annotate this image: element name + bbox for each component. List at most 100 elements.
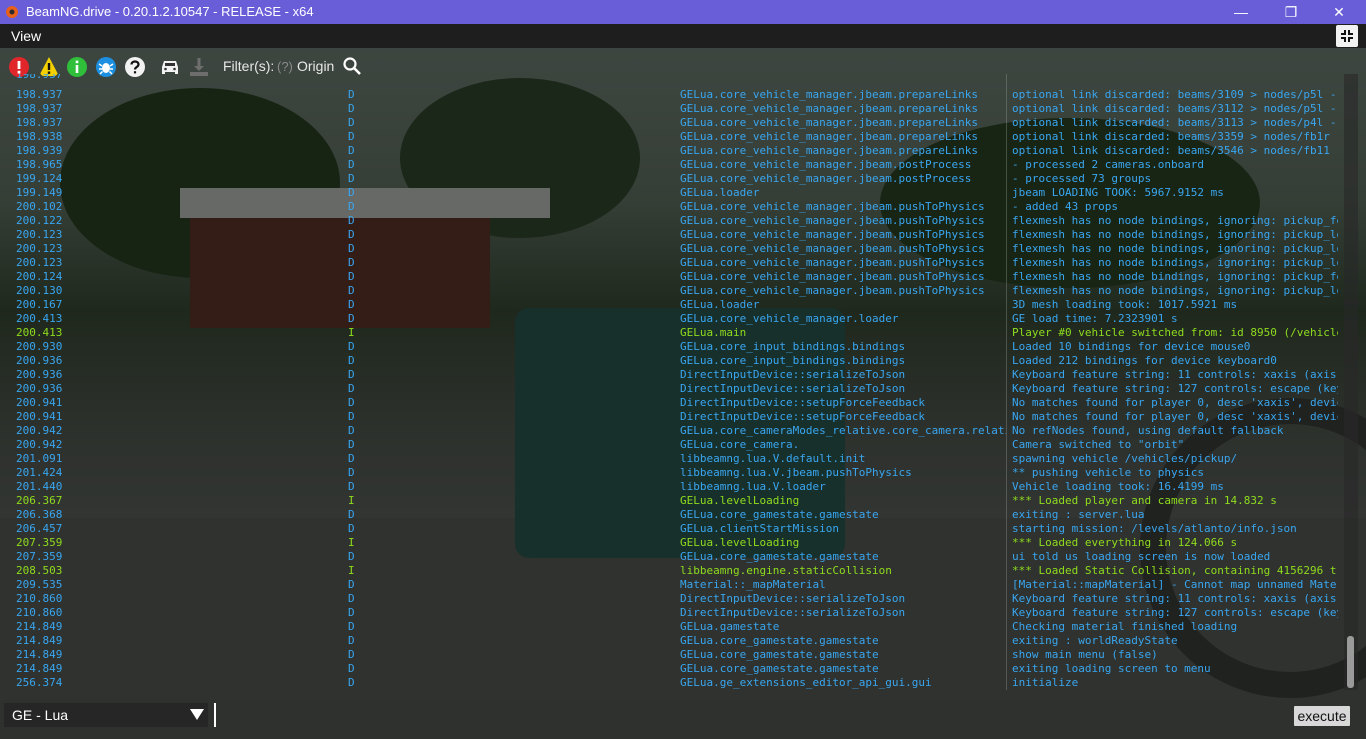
log-row[interactable]: 200.942 D GELua.core_camera. Camera switche… (0, 438, 1344, 452)
search-icon[interactable] (342, 56, 362, 76)
menu-view[interactable]: View (11, 28, 41, 44)
log-row[interactable]: 199.124 D GELua.core_vehicle_manager.jbeam… (0, 172, 1344, 186)
log-row[interactable]: 200.413 I GELua.main Player #0 vehicle swit… (0, 326, 1344, 340)
log-time: 199.124 (16, 172, 63, 185)
log-row[interactable]: 201.424 Dlibbeamng.lua.V.jbeam.pushToPhys… (0, 466, 1344, 480)
log-level: D (348, 102, 355, 115)
log-row[interactable]: 256.374 D GELua.ge_extensions_editor_api_g… (0, 676, 1344, 690)
log-origin: GELua.core_vehicle_manager.jbeam.pushToP… (680, 284, 985, 297)
log-level: D (348, 452, 355, 465)
log-message: Vehicle loading took: 16.4199 ms (1012, 480, 1224, 493)
log-row[interactable]: 214.849 D GELua.core_gamestate.gamestate ex… (0, 634, 1344, 648)
log-row[interactable]: 200.124 D GELua.core_vehicle_manager.jbeam… (0, 270, 1344, 284)
language-select[interactable]: GE - Lua (4, 703, 208, 727)
log-scrollbar[interactable] (1344, 74, 1358, 690)
log-row[interactable]: 214.849 D GELua.gamestate Checking material… (0, 620, 1344, 634)
minimize-button[interactable]: — (1218, 0, 1264, 24)
console-log[interactable]: 198.937 198.937 D GELua.core_vehicle_manag… (0, 74, 1344, 690)
command-input[interactable] (214, 703, 1214, 727)
log-time: 200.413 (16, 312, 63, 325)
log-row[interactable]: 201.091 Dlibbeamng.lua.V.default.init spaw… (0, 452, 1344, 466)
log-message: exiting : server.lua (1012, 508, 1145, 521)
log-row[interactable]: 200.167 D GELua.loader 3D mesh loading took… (0, 298, 1344, 312)
log-message: ui told us loading screen is now loaded (1012, 550, 1271, 563)
log-row[interactable]: 207.359 D GELua.core_gamestate.gamestate ui… (0, 550, 1344, 564)
log-row[interactable]: 200.936 D DirectInputDevice::serializeToJs… (0, 368, 1344, 382)
log-message: [Material::mapMaterial] - Cannot map unn… (1012, 578, 1338, 591)
log-message: No matches found for player 0, desc 'xax… (1012, 396, 1338, 409)
log-row[interactable]: 200.122 D GELua.core_vehicle_manager.jbeam… (0, 214, 1344, 228)
log-row[interactable]: 200.130 D GELua.core_vehicle_manager.jbeam… (0, 284, 1344, 298)
log-row[interactable]: 208.503 Ilibbeamng.engine.staticCollision… (0, 564, 1344, 578)
log-row[interactable]: 210.860 D DirectInputDevice::serializeToJs… (0, 592, 1344, 606)
window-title: BeamNG.drive - 0.20.1.2.10547 - RELEASE … (26, 4, 314, 19)
log-row[interactable]: 200.942 D GELua.core_cameraModes_relative.… (0, 424, 1344, 438)
window-title-bar[interactable]: BeamNG.drive - 0.20.1.2.10547 - RELEASE … (0, 0, 1366, 24)
log-origin: GELua.core_vehicle_manager.jbeam.prepare… (680, 144, 979, 157)
log-level: D (348, 88, 355, 101)
log-row[interactable]: 200.413 D GELua.core_vehicle_manager.loade… (0, 312, 1344, 326)
log-time: 201.424 (16, 466, 63, 479)
log-row[interactable]: 199.149 D GELua.loader jbeam LOADING TOOK: … (0, 186, 1344, 200)
log-message: Keyboard feature string: 127 controls: e… (1012, 382, 1338, 395)
log-row[interactable]: 200.123 D GELua.core_vehicle_manager.jbeam… (0, 256, 1344, 270)
log-level: D (348, 550, 355, 563)
log-origin: GELua.core_gamestate.gamestate (680, 662, 879, 675)
log-message: flexmesh has no node bindings, ignoring:… (1012, 256, 1338, 269)
maximize-button[interactable]: ❐ (1268, 0, 1314, 24)
log-time: 200.130 (16, 284, 63, 297)
close-button[interactable]: ✕ (1316, 0, 1362, 24)
log-row[interactable]: 214.849 D GELua.core_gamestate.gamestate ex… (0, 662, 1344, 676)
log-origin: GELua.core_input_bindings.bindings (680, 354, 906, 367)
log-level: I (348, 326, 355, 339)
log-time: 200.942 (16, 424, 63, 437)
log-time: 200.123 (16, 242, 63, 255)
collapse-console-button[interactable] (1336, 25, 1358, 47)
log-message: exiting loading screen to menu (1012, 662, 1211, 675)
log-origin: GELua.core_vehicle_manager.jbeam.prepare… (680, 116, 979, 129)
log-row[interactable]: 200.930 D GELua.core_input_bindings.bindin… (0, 340, 1344, 354)
log-level: D (348, 354, 355, 367)
log-row[interactable]: 200.941 D DirectInputDevice::setupForceFee… (0, 410, 1344, 424)
log-row[interactable]: 207.359 I GELua.levelLoading *** Loaded eve… (0, 536, 1344, 550)
log-row[interactable]: 200.936 D DirectInputDevice::serializeToJs… (0, 382, 1344, 396)
log-origin: GELua.core_vehicle_manager.jbeam.postPro… (680, 158, 972, 171)
log-message: flexmesh has no node bindings, ignoring:… (1012, 228, 1338, 241)
log-row[interactable]: 210.860 D DirectInputDevice::serializeToJs… (0, 606, 1344, 620)
log-row[interactable]: 198.965 D GELua.core_vehicle_manager.jbeam… (0, 158, 1344, 172)
log-time: 256.374 (16, 676, 63, 689)
log-time: 210.860 (16, 592, 63, 605)
log-row[interactable]: 214.849 D GELua.core_gamestate.gamestate sh… (0, 648, 1344, 662)
filter-origin-value[interactable]: Origin (297, 58, 334, 74)
log-row[interactable]: 200.941 D DirectInputDevice::setupForceFee… (0, 396, 1344, 410)
log-row[interactable]: 200.123 D GELua.core_vehicle_manager.jbeam… (0, 242, 1344, 256)
log-row[interactable]: 206.457 D GELua.clientStartMission starting… (0, 522, 1344, 536)
log-row[interactable]: 200.936 D GELua.core_input_bindings.bindin… (0, 354, 1344, 368)
log-scrollbar-thumb[interactable] (1347, 636, 1354, 688)
log-level: D (348, 116, 355, 129)
log-level: D (348, 242, 355, 255)
log-time: 200.124 (16, 270, 63, 283)
log-message: starting mission: /levels/atlanto/info.j… (1012, 522, 1297, 535)
log-row[interactable]: 198.937 D GELua.core_vehicle_manager.jbeam… (0, 102, 1344, 116)
log-row[interactable]: 206.367 I GELua.levelLoading *** Loaded pla… (0, 494, 1344, 508)
log-origin: GELua.levelLoading (680, 494, 800, 507)
log-level: I (348, 494, 355, 507)
log-row[interactable]: 198.938 D GELua.core_vehicle_manager.jbeam… (0, 130, 1344, 144)
log-row[interactable]: 206.368 D GELua.core_gamestate.gamestate ex… (0, 508, 1344, 522)
log-level: D (348, 130, 355, 143)
filter-help-link[interactable]: (?) (277, 59, 293, 74)
log-time: 199.149 (16, 186, 63, 199)
log-message: *** Loaded player and camera in 14.832 s (1012, 494, 1277, 507)
log-row[interactable]: 209.535 D Material::_mapMaterial [Material:… (0, 578, 1344, 592)
log-row[interactable]: 200.123 D GELua.core_vehicle_manager.jbeam… (0, 228, 1344, 242)
log-time: 201.440 (16, 480, 63, 493)
log-row[interactable]: 201.440 Dlibbeamng.lua.V.loader Vehicle lo… (0, 480, 1344, 494)
log-message: - added 43 props (1012, 200, 1118, 213)
log-row[interactable]: 198.939 D GELua.core_vehicle_manager.jbeam… (0, 144, 1344, 158)
log-row[interactable]: 198.937 D GELua.core_vehicle_manager.jbeam… (0, 88, 1344, 102)
log-row[interactable]: 200.102 D GELua.core_vehicle_manager.jbeam… (0, 200, 1344, 214)
log-level: D (348, 340, 355, 353)
execute-button[interactable]: execute (1294, 706, 1350, 726)
log-row[interactable]: 198.937 D GELua.core_vehicle_manager.jbeam… (0, 116, 1344, 130)
